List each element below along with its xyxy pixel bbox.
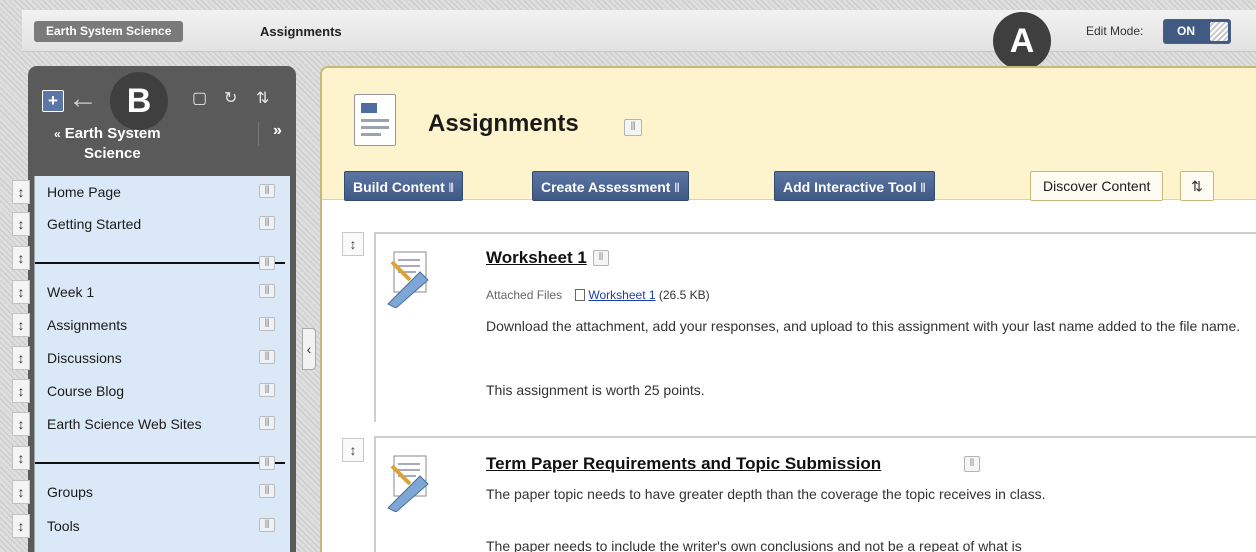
breadcrumb-course[interactable]: Earth System Science [34,21,184,42]
arrow-left-icon: ← [68,82,98,115]
item-description: Download the attachment, add your respon… [486,318,1241,334]
menu-divider: ⫴ [35,242,291,275]
chevron-down-icon[interactable]: ⫴ [259,456,275,470]
chevron-down-icon[interactable]: ⫴ [624,119,642,136]
drag-handle-icon[interactable]: ↕ [12,280,30,304]
breadcrumb-current-page: Assignments [260,24,342,39]
chevron-down-icon[interactable]: ⫴ [259,484,275,498]
menu-item-label: Earth Science Web Sites [47,416,202,432]
chevron-down-icon[interactable]: ⫴ [964,456,980,472]
expand-menu-button[interactable]: » [258,122,296,146]
reorder-icon[interactable]: ⇅ [1180,171,1214,201]
menu-item-label: Week 1 [47,284,95,300]
add-menu-item-button[interactable]: + [42,90,64,112]
drag-handle-icon[interactable]: ↕ [342,438,364,462]
item-description-continued: The paper needs to include the writer's … [486,538,1022,552]
reorder-icon[interactable]: ⇅ [256,90,269,108]
menu-item-discussions[interactable]: Discussions ⫴ [35,342,291,375]
menu-item-week-1[interactable]: Week 1 ⫴ [35,276,291,309]
menu-item-getting-started[interactable]: Getting Started ⫴ [35,208,291,241]
item-title-link[interactable]: Worksheet 1 [486,248,587,268]
add-interactive-tool-label: Add Interactive Tool [783,179,917,195]
chevron-down-icon[interactable]: ⫴ [259,284,275,298]
callout-b: B [110,72,168,130]
add-interactive-tool-button[interactable]: Add Interactive Tool ⫴ [774,171,935,201]
document-icon [354,94,396,146]
chevron-down-icon: ⫴ [920,181,926,195]
collapse-chevron-icon: « [54,127,61,141]
toggle-knob [1210,22,1228,41]
assignment-icon [387,251,429,308]
file-size: (26.5 KB) [658,288,710,302]
course-menu-title[interactable]: «Earth System Science [54,124,254,164]
new-window-icon[interactable]: ▢ [192,90,207,108]
chevron-down-icon: ⫴ [674,181,680,195]
menu-item-home-page[interactable]: Home Page ⫴ [35,176,291,209]
drag-handle-icon[interactable]: ↕ [12,379,30,403]
build-content-label: Build Content [353,179,445,195]
menu-item-label: Assignments [47,317,128,333]
file-icon [575,289,586,301]
edit-mode-label: Edit Mode: [1086,24,1144,38]
drag-handle-icon[interactable]: ↕ [12,480,30,504]
content-area: Assignments ⫴ Build Content ⫴ Create Asse… [320,66,1256,552]
attached-files-label: Attached Files [486,288,563,302]
menu-divider: ⫴ [35,442,291,475]
drag-handle-icon[interactable]: ↕ [12,180,30,204]
create-assessment-button[interactable]: Create Assessment ⫴ [532,171,689,201]
menu-item-course-blog[interactable]: Course Blog ⫴ [35,375,291,408]
chevron-down-icon[interactable]: ⫴ [593,250,609,266]
edit-mode-state: ON [1177,24,1195,38]
course-menu-list: Home Page ⫴ Getting Started ⫴ ⫴ Week 1 ⫴… [34,176,290,552]
chevron-down-icon[interactable]: ⫴ [259,184,275,198]
divider-line [35,262,285,264]
drag-handle-icon[interactable]: ↕ [12,412,30,436]
content-item: Worksheet 1 ⫴ Attached Files Worksheet 1… [374,232,1256,422]
divider-line [35,462,285,464]
chevron-down-icon[interactable]: ⫴ [259,416,275,430]
chevron-down-icon: ⫴ [448,181,454,195]
callout-a: A [993,12,1051,70]
item-description: The paper topic needs to have greater de… [486,486,1046,502]
course-title-line2: Science [84,145,141,162]
menu-item-label: Home Page [47,184,121,200]
chevron-down-icon[interactable]: ⫴ [259,383,275,397]
drag-handle-icon[interactable]: ↕ [12,514,30,538]
content-header: Assignments ⫴ Build Content ⫴ Create Asse… [322,68,1256,201]
drag-handle-icon[interactable]: ↕ [12,212,30,236]
drag-handle-icon[interactable]: ↕ [12,246,30,270]
drag-handle-icon[interactable]: ↕ [12,313,30,337]
assignment-icon [387,455,429,512]
menu-item-assignments[interactable]: Assignments ⫴ [35,309,291,342]
breadcrumb-bar: Earth System Science Assignments Edit Mo… [22,10,1256,52]
menu-item-earth-science-web-sites[interactable]: Earth Science Web Sites ⫴ [35,408,291,441]
attached-files: Attached Files Worksheet 1 (26.5 KB) [486,288,710,302]
menu-item-label: Course Blog [47,383,125,399]
menu-item-tools[interactable]: Tools ⫴ [35,510,291,543]
drag-handle-icon[interactable]: ↕ [12,446,30,470]
item-description-points: This assignment is worth 25 points. [486,382,705,398]
chevron-down-icon[interactable]: ⫴ [259,216,275,230]
item-title-link[interactable]: Term Paper Requirements and Topic Submis… [486,454,881,474]
edit-mode-toggle[interactable]: ON [1163,19,1231,44]
menu-item-groups[interactable]: Groups ⫴ [35,476,291,509]
content-item: Term Paper Requirements and Topic Submis… [374,436,1256,552]
attachment-link[interactable]: Worksheet 1 [588,288,655,302]
drag-handle-icon[interactable]: ↕ [12,346,30,370]
discover-content-button[interactable]: Discover Content [1030,171,1164,201]
menu-item-label: Tools [47,518,80,534]
menu-item-label: Getting Started [47,216,142,232]
chevron-down-icon[interactable]: ⫴ [259,350,275,364]
chevron-down-icon[interactable]: ⫴ [259,518,275,532]
chevron-down-icon[interactable]: ⫴ [259,256,275,270]
create-assessment-label: Create Assessment [541,179,671,195]
menu-item-label: Groups [47,484,93,500]
refresh-icon[interactable]: ↻ [224,90,237,108]
build-content-button[interactable]: Build Content ⫴ [344,171,463,201]
drag-handle-icon[interactable]: ↕ [342,232,364,256]
menu-item-label: Discussions [47,350,122,366]
collapse-menu-tab[interactable]: ‹ [302,328,316,370]
chevron-down-icon[interactable]: ⫴ [259,317,275,331]
page-title: Assignments [428,110,579,137]
